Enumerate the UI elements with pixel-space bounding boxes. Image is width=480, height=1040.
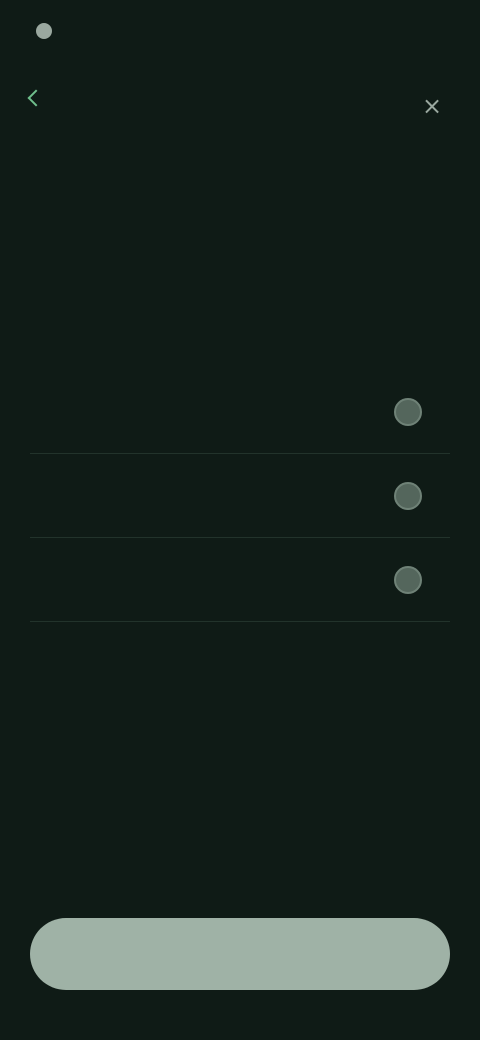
app-indicator-icon <box>36 23 52 39</box>
options-list <box>30 370 450 622</box>
radio-button[interactable] <box>394 397 422 426</box>
close-button[interactable]: × <box>414 88 450 124</box>
status-left <box>36 18 60 44</box>
continue-button[interactable] <box>30 918 450 990</box>
radio-button[interactable] <box>394 481 422 510</box>
option-item[interactable] <box>30 538 450 622</box>
chevron-left-icon <box>27 89 45 107</box>
option-item[interactable] <box>30 454 450 538</box>
top-bar: × <box>0 84 480 128</box>
back-button[interactable] <box>27 89 50 107</box>
option-item[interactable] <box>30 370 450 454</box>
radio-button[interactable] <box>394 565 422 594</box>
status-bar <box>0 0 480 64</box>
